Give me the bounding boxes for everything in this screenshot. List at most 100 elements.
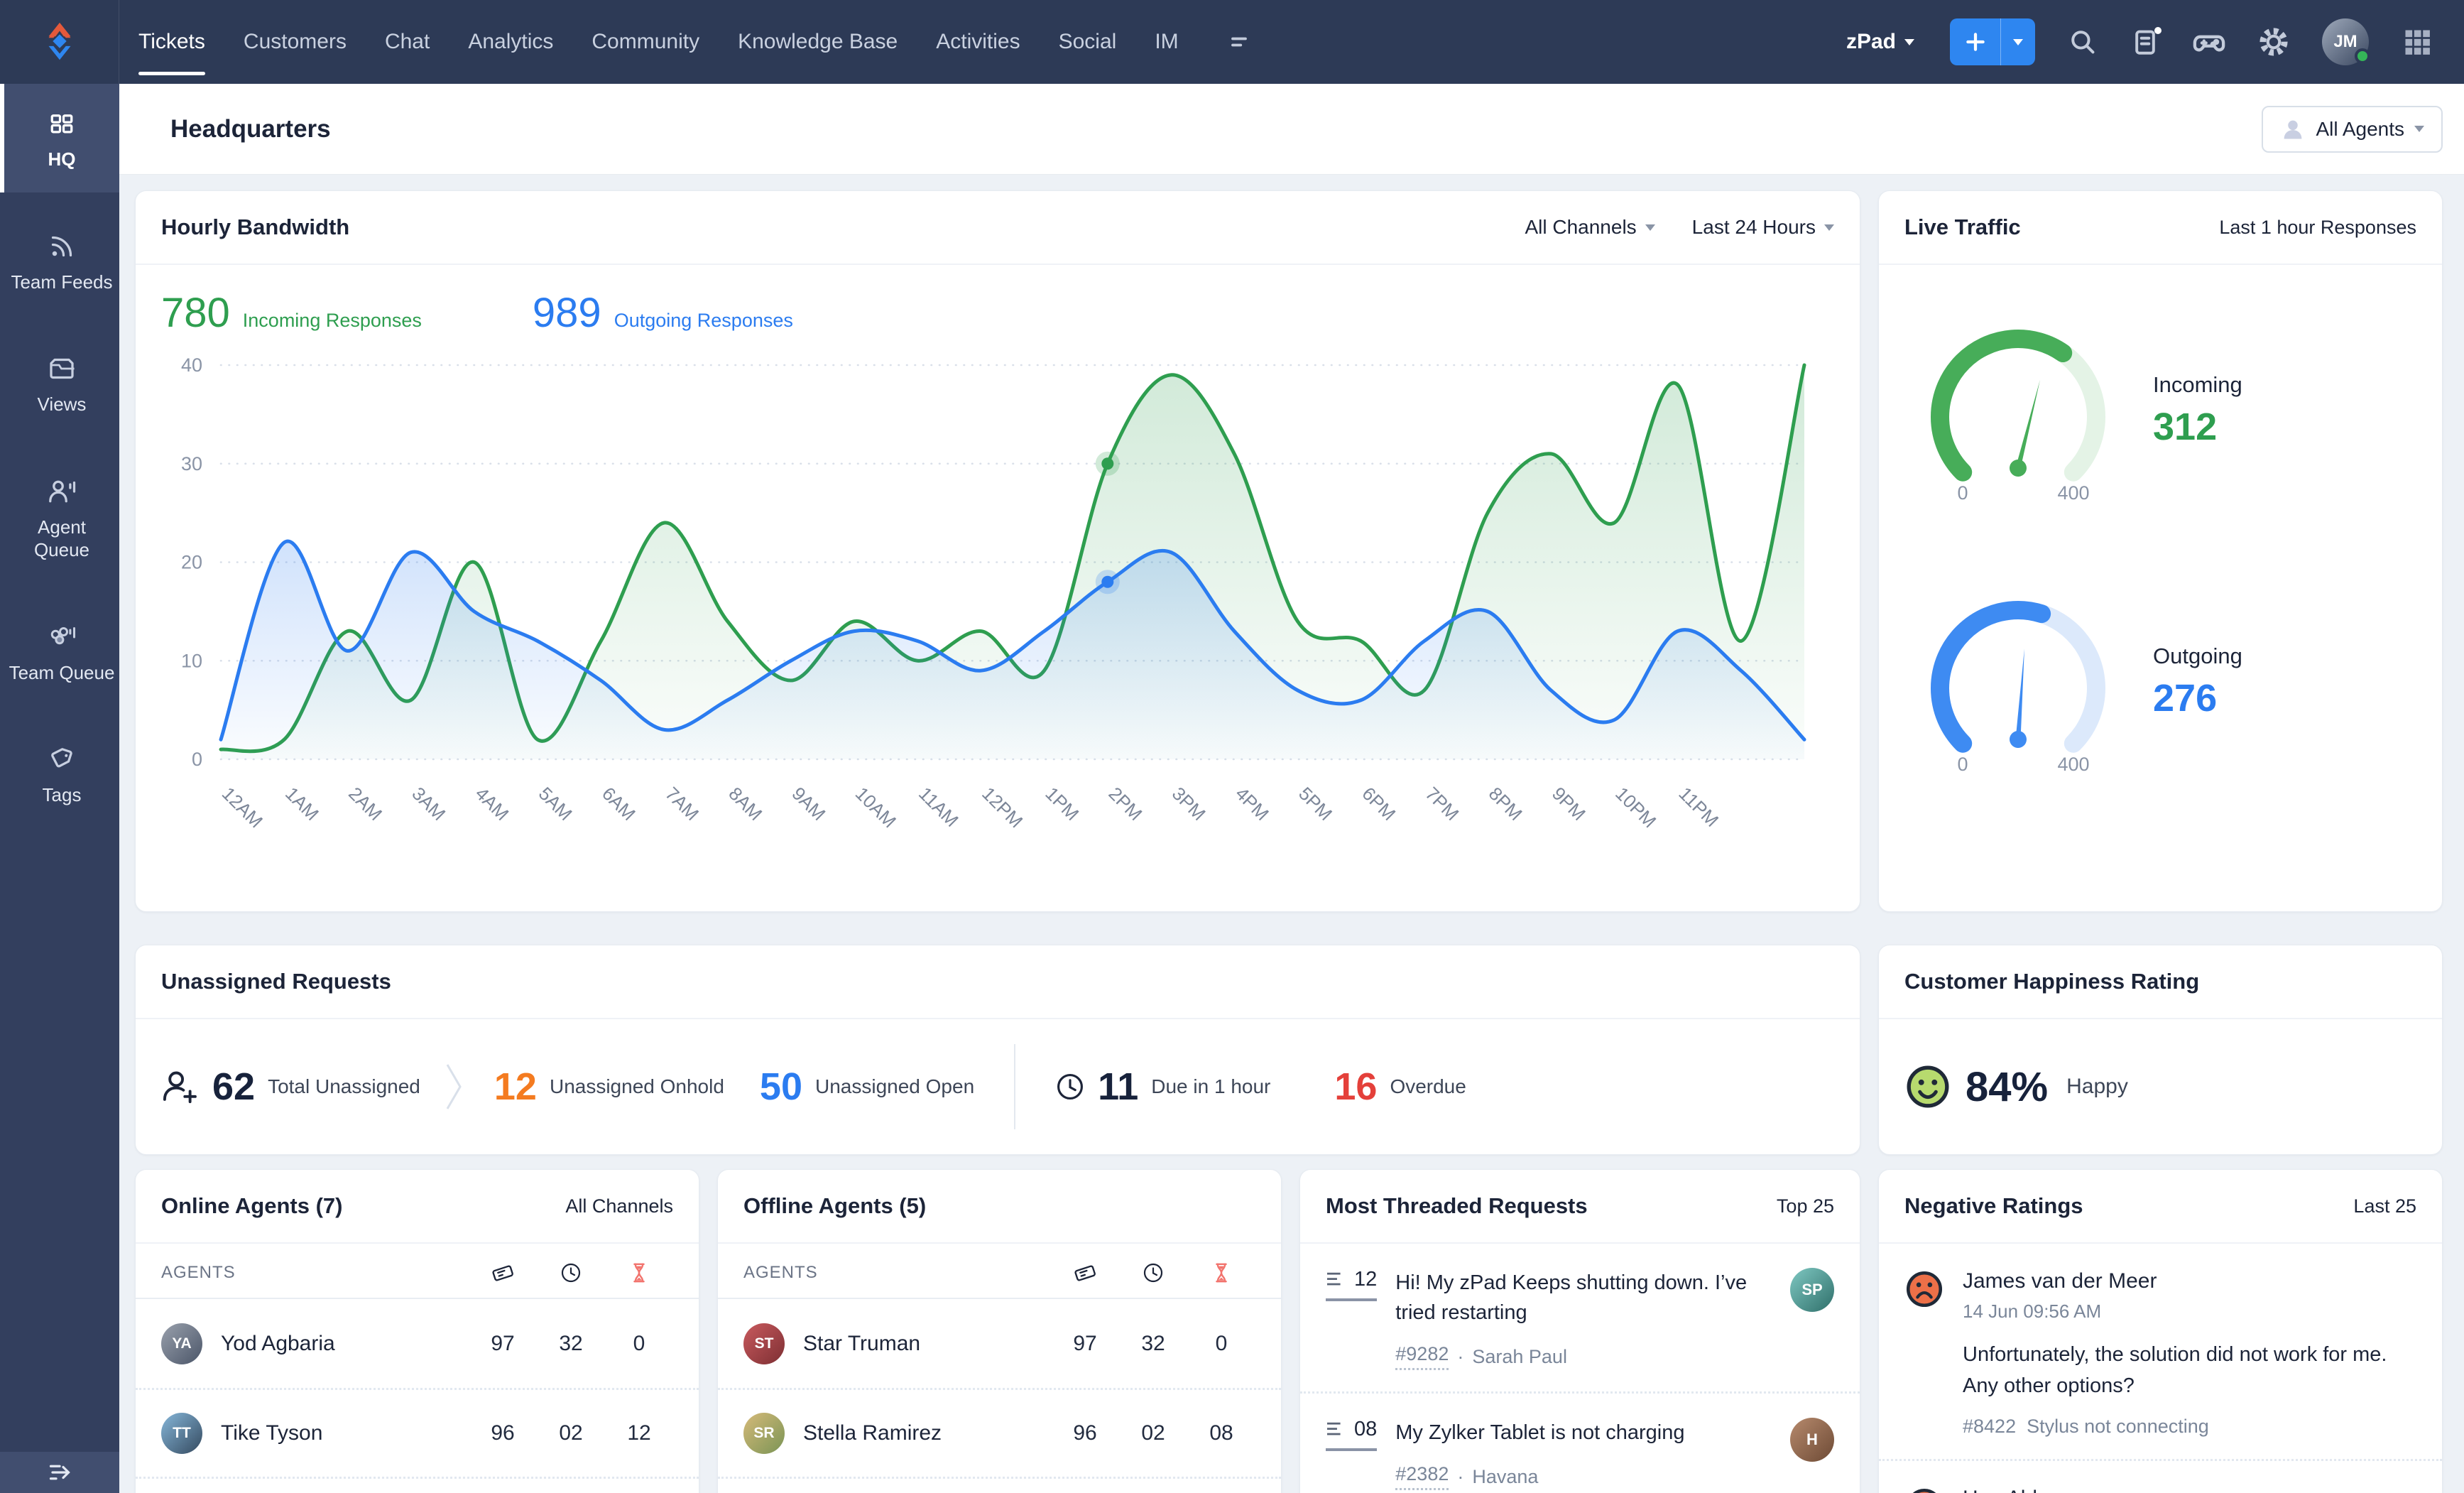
- rating-time: 14 Jun 09:56 AM: [1963, 1301, 2102, 1322]
- svg-text:400: 400: [2057, 754, 2089, 775]
- overdue-value: 16: [1334, 1065, 1378, 1108]
- agent-row[interactable]: TT Tike Tyson 96 02 12: [136, 1388, 699, 1477]
- sidebar-item-label: Tags: [42, 784, 82, 805]
- sidebar-item-tags[interactable]: Tags: [0, 724, 119, 828]
- nav-overflow-icon[interactable]: [1226, 29, 1252, 55]
- ticket-id[interactable]: #2382: [1395, 1463, 1449, 1491]
- thread-item[interactable]: 12 Hi! My zPad Keeps shutting down. I’ve…: [1300, 1244, 1860, 1391]
- thread-item[interactable]: 08 My Zylker Tablet is not charging #238…: [1300, 1391, 1860, 1493]
- add-options-caret[interactable]: [2001, 18, 2035, 65]
- gear-icon[interactable]: [2258, 26, 2289, 58]
- nav-tab-knowledge-base[interactable]: Knowledge Base: [719, 0, 917, 84]
- sidebar-item-label: Agent Queue: [33, 516, 90, 561]
- nav-tab-chat[interactable]: Chat: [366, 0, 449, 84]
- hourglass-icon: [1216, 1263, 1227, 1283]
- user-avatar[interactable]: JM: [2322, 18, 2370, 65]
- svg-text:8PM: 8PM: [1485, 783, 1527, 825]
- agent-tickets: 97: [491, 1331, 515, 1355]
- total-unassigned-stat[interactable]: 62 Total Unassigned: [212, 1065, 420, 1109]
- nav-tab-social[interactable]: Social: [1040, 0, 1136, 84]
- nav-tab-activities[interactable]: Activities: [917, 0, 1039, 84]
- ticket-icon: [1074, 1265, 1096, 1281]
- bandwidth-totals: 780 Incoming Responses 989 Outgoing Resp…: [136, 265, 1860, 337]
- agent-row[interactable]: YA Yod Agbaria 97 32 0: [136, 1299, 699, 1388]
- svg-text:30: 30: [181, 453, 202, 474]
- unassigned-open-label: Unassigned Open: [815, 1075, 975, 1097]
- agent-row[interactable]: MW Mayra Walker 72 91 03: [718, 1477, 1281, 1493]
- tickets-column-icon: [1051, 1261, 1119, 1285]
- svg-text:0: 0: [1957, 754, 1968, 775]
- sidebar-item-agent-queue[interactable]: Agent Queue: [0, 456, 119, 583]
- channel-filter-dropdown[interactable]: All Channels: [1525, 216, 1655, 239]
- svg-text:8AM: 8AM: [724, 783, 766, 825]
- svg-text:12PM: 12PM: [978, 783, 1027, 832]
- add-ticket-split-button[interactable]: [1950, 18, 2035, 65]
- gauge-value: 312: [2153, 406, 2218, 448]
- svg-text:20: 20: [181, 552, 202, 573]
- nav-tab-im[interactable]: IM: [1135, 0, 1197, 84]
- sidebar-item-team-feeds[interactable]: Team Feeds: [0, 211, 119, 315]
- meta-separator: ·: [1457, 1465, 1464, 1487]
- bandwidth-area-chart[interactable]: 0 10 20 30 40 12AM 1AM 2AM 3AM 4AM 5AM 6AM 7AM 8AM 9AM…: [157, 344, 1833, 841]
- nav-tab-customers[interactable]: Customers: [224, 0, 366, 84]
- sidebar-item-team-queue[interactable]: Team Queue: [0, 602, 119, 706]
- svg-text:2PM: 2PM: [1105, 783, 1147, 825]
- app-logo[interactable]: [0, 0, 119, 84]
- sidebar-item-label: Views: [37, 393, 87, 415]
- agent-time: 02: [1141, 1421, 1165, 1445]
- offline-agents-card: Offline Agents (5) AGENTS ST Star Truman…: [717, 1169, 1282, 1493]
- nav-tab-community[interactable]: Community: [572, 0, 719, 84]
- hourly-bandwidth-card: Hourly Bandwidth All Channels Last 24 Ho…: [135, 190, 1860, 912]
- nav-tab-tickets[interactable]: Tickets: [119, 0, 224, 84]
- agent-row[interactable]: SR Stella Ramirez 96 02 08: [718, 1388, 1281, 1477]
- nav-tab-analytics[interactable]: Analytics: [449, 0, 572, 84]
- agent-overdue: 12: [627, 1421, 651, 1445]
- dashboard-body: Hourly Bandwidth All Channels Last 24 Ho…: [119, 175, 2464, 1493]
- tickets-column-icon: [469, 1261, 537, 1285]
- search-icon[interactable]: [2068, 27, 2098, 57]
- agent-overdue: 0: [633, 1331, 645, 1355]
- negative-rating-item[interactable]: Han Alderan: [1879, 1459, 2442, 1493]
- card-title: Most Threaded Requests: [1326, 1193, 1588, 1218]
- agent-time: 02: [559, 1421, 583, 1445]
- primary-nav: Tickets Customers Chat Analytics Communi…: [119, 0, 1252, 84]
- avatar: H: [1790, 1418, 1834, 1462]
- svg-text:9PM: 9PM: [1548, 783, 1590, 825]
- sad-face-icon: [1912, 1488, 1936, 1493]
- agent-tickets: 97: [1073, 1331, 1097, 1355]
- happy-face-icon: [1907, 1065, 1949, 1108]
- sidebar-item-views[interactable]: Views: [0, 333, 119, 438]
- workspace-dropdown[interactable]: zPad: [1846, 30, 1914, 54]
- card-title: Unassigned Requests: [161, 969, 391, 994]
- avatar: SP: [1790, 1268, 1834, 1312]
- app-launcher-icon[interactable]: [2402, 26, 2433, 58]
- agent-row[interactable]: ST Star Truman 97 32 0: [718, 1299, 1281, 1388]
- chevron-down-icon: [1645, 224, 1655, 231]
- ticket-id[interactable]: #9282: [1395, 1343, 1449, 1371]
- sidebar-item-hq[interactable]: HQ: [0, 84, 119, 192]
- rater-name: Han Alderan: [1963, 1487, 2080, 1493]
- unassigned-open-value: 50: [759, 1065, 802, 1108]
- time-range-dropdown[interactable]: Last 24 Hours: [1692, 216, 1834, 239]
- unassigned-open-stat[interactable]: 50 Unassigned Open: [760, 1065, 974, 1109]
- clock-icon: [1143, 1263, 1163, 1283]
- all-agents-dropdown[interactable]: All Agents: [2262, 105, 2443, 153]
- outgoing-gauge: 0 400: [1931, 601, 2105, 775]
- svg-text:3PM: 3PM: [1168, 783, 1210, 825]
- card-title: Negative Ratings: [1904, 1193, 2083, 1218]
- time-column-icon: [1119, 1261, 1187, 1284]
- svg-text:11AM: 11AM: [915, 783, 963, 831]
- gamescope-icon[interactable]: [2193, 26, 2225, 58]
- sidebar-collapse-button[interactable]: [0, 1452, 119, 1493]
- unassigned-onhold-stat[interactable]: 12 Unassigned Onhold: [494, 1065, 724, 1109]
- svg-text:40: 40: [181, 354, 202, 376]
- ticket-id[interactable]: #8422: [1963, 1416, 2016, 1437]
- due-in-1-hour-stat[interactable]: 11 Due in 1 hour: [1055, 1065, 1270, 1109]
- svg-text:10: 10: [181, 650, 202, 671]
- negative-rating-item[interactable]: James van der Meer 14 Jun 09:56 AM Unfor…: [1879, 1244, 2442, 1459]
- agent-tickets: 96: [1073, 1421, 1097, 1445]
- agent-row[interactable]: JY Jo Yung 72 91 06: [136, 1477, 699, 1493]
- feeds-notebook-icon[interactable]: [2130, 27, 2162, 57]
- plus-icon[interactable]: [1950, 18, 2001, 65]
- overdue-stat[interactable]: 16 Overdue: [1334, 1065, 1466, 1109]
